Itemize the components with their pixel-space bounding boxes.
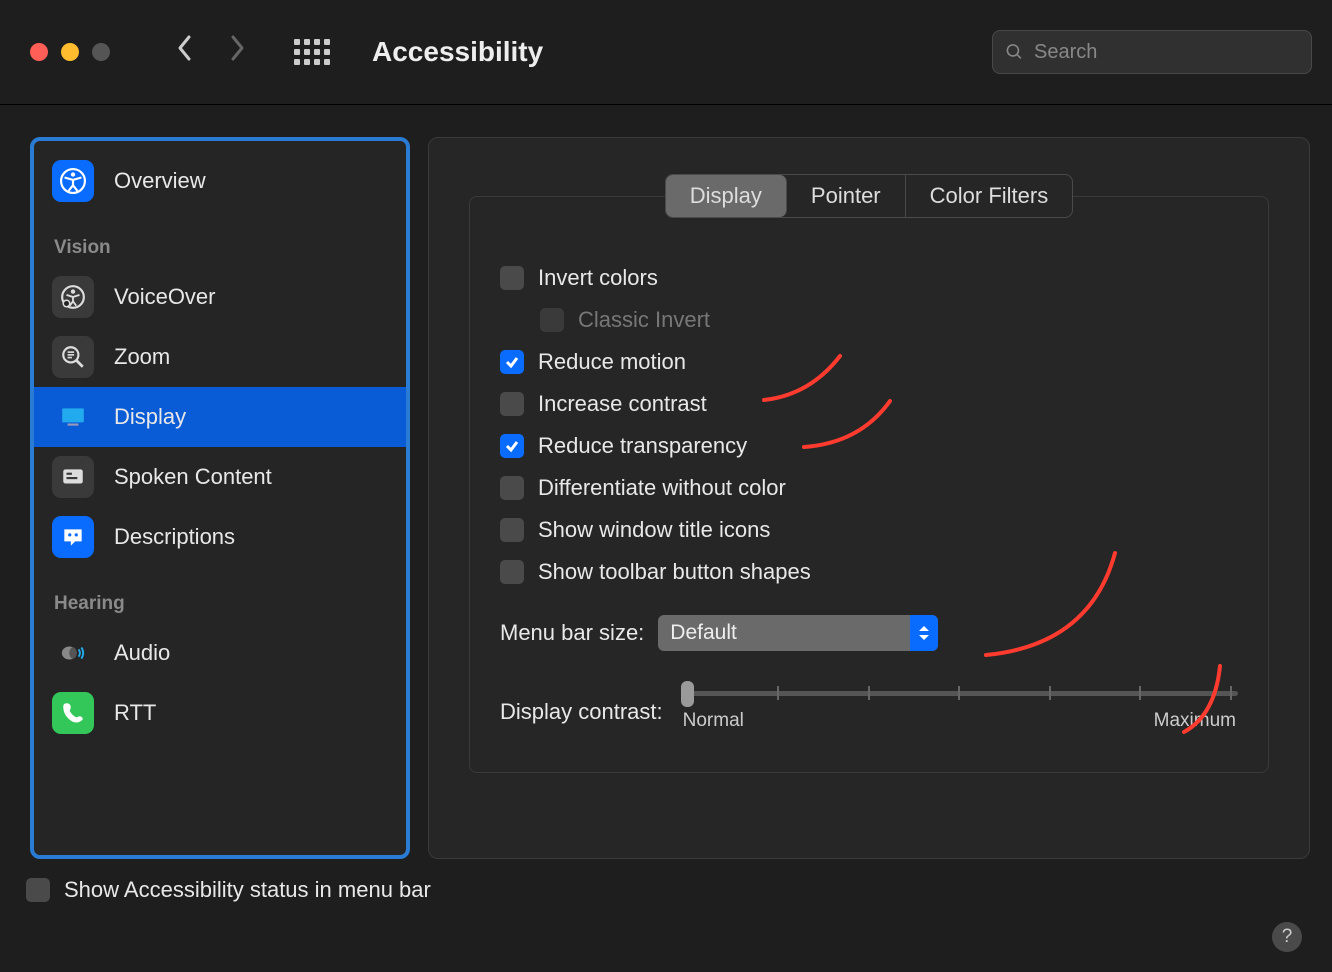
chevron-updown-icon bbox=[910, 615, 938, 651]
sidebar-label: Overview bbox=[114, 168, 206, 194]
check-invert-colors[interactable]: Invert colors bbox=[500, 257, 1238, 299]
zoom-button[interactable] bbox=[92, 43, 110, 61]
check-classic-invert: Classic Invert bbox=[500, 299, 1238, 341]
window-controls bbox=[30, 43, 110, 61]
check-reduce-motion[interactable]: Reduce motion bbox=[500, 341, 1238, 383]
accessibility-icon bbox=[52, 160, 94, 202]
sidebar-label: Zoom bbox=[114, 344, 170, 370]
menu-bar-size-label: Menu bar size: bbox=[500, 620, 644, 646]
check-label: Reduce motion bbox=[538, 349, 686, 375]
check-label: Show window title icons bbox=[538, 517, 770, 543]
sidebar-item-rtt[interactable]: RTT bbox=[34, 683, 406, 743]
check-differentiate-without-color[interactable]: Differentiate without color bbox=[500, 467, 1238, 509]
check-increase-contrast[interactable]: Increase contrast bbox=[500, 383, 1238, 425]
sidebar-item-spoken-content[interactable]: Spoken Content bbox=[34, 447, 406, 507]
footer-label: Show Accessibility status in menu bar bbox=[64, 877, 431, 903]
checkbox[interactable] bbox=[500, 560, 524, 584]
sidebar-label: RTT bbox=[114, 700, 156, 726]
sidebar-item-audio[interactable]: Audio bbox=[34, 623, 406, 683]
sidebar-item-overview[interactable]: Overview bbox=[34, 151, 406, 211]
help-button[interactable]: ? bbox=[1272, 922, 1302, 952]
check-label: Reduce transparency bbox=[538, 433, 747, 459]
checkbox[interactable] bbox=[500, 434, 524, 458]
check-toolbar-button-shapes[interactable]: Show toolbar button shapes bbox=[500, 551, 1238, 593]
menu-bar-size-row: Menu bar size: Default bbox=[500, 593, 1238, 655]
checkbox[interactable] bbox=[500, 266, 524, 290]
search-icon bbox=[1005, 42, 1024, 62]
sidebar-label: Descriptions bbox=[114, 524, 235, 550]
slider-thumb[interactable] bbox=[681, 681, 694, 707]
close-button[interactable] bbox=[30, 43, 48, 61]
display-contrast-row: Display contrast: Normal Maximum bbox=[500, 655, 1238, 732]
tab-color-filters[interactable]: Color Filters bbox=[906, 175, 1073, 217]
check-window-title-icons[interactable]: Show window title icons bbox=[500, 509, 1238, 551]
tab-display[interactable]: Display bbox=[666, 175, 787, 217]
menu-bar-size-popup[interactable]: Default bbox=[658, 615, 938, 651]
sidebar-item-descriptions[interactable]: Descriptions bbox=[34, 507, 406, 567]
toolbar: Accessibility bbox=[0, 0, 1332, 105]
section-header-vision: Vision bbox=[34, 211, 406, 267]
check-label: Show toolbar button shapes bbox=[538, 559, 811, 585]
checkbox bbox=[540, 308, 564, 332]
sidebar-item-zoom[interactable]: Zoom bbox=[34, 327, 406, 387]
display-contrast-label: Display contrast: bbox=[500, 699, 663, 725]
window-title: Accessibility bbox=[372, 36, 543, 68]
sidebar-item-display[interactable]: Display bbox=[34, 387, 406, 447]
checkbox[interactable] bbox=[500, 518, 524, 542]
checkbox[interactable] bbox=[500, 350, 524, 374]
descriptions-icon bbox=[52, 516, 94, 558]
check-label: Invert colors bbox=[538, 265, 658, 291]
sidebar-item-voiceover[interactable]: VoiceOver bbox=[34, 267, 406, 327]
tab-bar: Display Pointer Color Filters bbox=[665, 174, 1073, 218]
check-label: Classic Invert bbox=[578, 307, 710, 333]
section-header-hearing: Hearing bbox=[34, 567, 406, 623]
sidebar-label: Spoken Content bbox=[114, 464, 272, 490]
spoken-content-icon bbox=[52, 456, 94, 498]
slider-max-label: Maximum bbox=[1154, 710, 1236, 732]
zoom-icon bbox=[52, 336, 94, 378]
footer-checkbox-row[interactable]: Show Accessibility status in menu bar bbox=[0, 867, 1332, 903]
rtt-icon bbox=[52, 692, 94, 734]
sidebar-label: VoiceOver bbox=[114, 284, 216, 310]
search-field[interactable] bbox=[992, 30, 1312, 74]
checkbox[interactable] bbox=[26, 878, 50, 902]
settings-group: Invert colors Classic Invert Reduce moti… bbox=[469, 196, 1269, 773]
display-icon bbox=[52, 396, 94, 438]
checkbox[interactable] bbox=[500, 476, 524, 500]
popup-value: Default bbox=[670, 621, 737, 645]
checkbox[interactable] bbox=[500, 392, 524, 416]
check-label: Differentiate without color bbox=[538, 475, 786, 501]
sidebar-label: Display bbox=[114, 404, 186, 430]
tab-pointer[interactable]: Pointer bbox=[787, 175, 906, 217]
display-contrast-slider[interactable]: Normal Maximum bbox=[681, 691, 1238, 732]
check-label: Increase contrast bbox=[538, 391, 707, 417]
show-all-icon[interactable] bbox=[294, 39, 330, 65]
voiceover-icon bbox=[52, 276, 94, 318]
back-button[interactable] bbox=[168, 34, 202, 70]
check-reduce-transparency[interactable]: Reduce transparency bbox=[500, 425, 1238, 467]
slider-min-label: Normal bbox=[683, 710, 744, 732]
forward-button bbox=[220, 34, 254, 70]
search-input[interactable] bbox=[1034, 41, 1299, 64]
sidebar: Overview Vision VoiceOver Zoom Display bbox=[30, 137, 410, 859]
sidebar-label: Audio bbox=[114, 640, 170, 666]
main-panel: Display Pointer Color Filters Invert col… bbox=[428, 137, 1310, 859]
audio-icon bbox=[52, 632, 94, 674]
minimize-button[interactable] bbox=[61, 43, 79, 61]
